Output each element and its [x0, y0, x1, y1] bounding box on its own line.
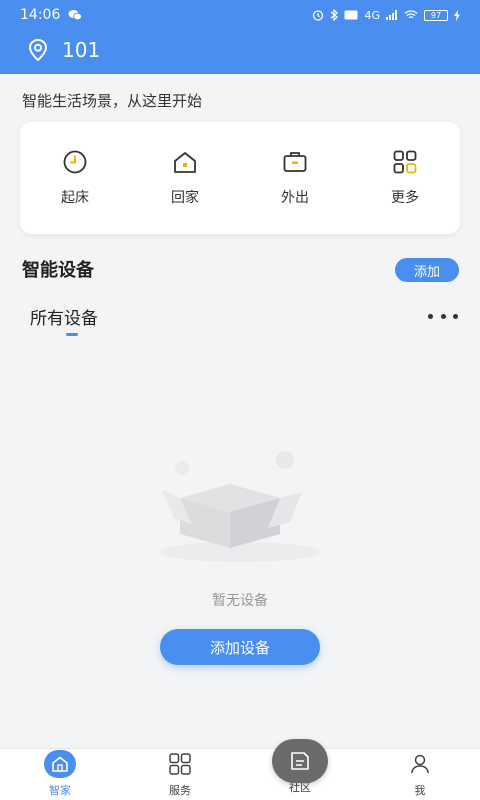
scene-label: 回家	[171, 190, 199, 206]
community-icon	[291, 752, 309, 770]
nav-service[interactable]: 服务	[140, 749, 220, 800]
location-pin-icon	[28, 38, 48, 62]
scene-label: 更多	[391, 190, 419, 206]
hd-icon	[344, 10, 358, 20]
scene-label: 起床	[61, 190, 89, 206]
nav-me[interactable]: 我	[380, 749, 460, 800]
nav-label: 服务	[169, 784, 191, 797]
nav-active-indicator	[44, 750, 76, 778]
section-title-devices: 智能设备	[22, 260, 94, 281]
home-title: 101	[62, 38, 101, 62]
home-selector[interactable]: 101	[26, 38, 100, 62]
status-time: 14:06	[20, 7, 61, 23]
network-type: 4G	[364, 8, 380, 22]
nav-smart-home[interactable]: 智家	[20, 749, 100, 800]
tagline: 智能生活场景，从这里开始	[22, 92, 203, 110]
tab-all-devices[interactable]: 所有设备	[30, 304, 98, 329]
scene-card: 起床 回家 外出 更多	[20, 122, 460, 234]
charging-icon	[454, 9, 460, 21]
tab-indicator	[66, 333, 78, 336]
scene-label: 外出	[281, 190, 309, 206]
community-fab[interactable]	[272, 739, 328, 783]
grid-icon	[169, 753, 191, 775]
battery-indicator: 97	[424, 9, 448, 21]
wifi-icon	[404, 10, 418, 19]
home-icon	[52, 756, 68, 772]
empty-box-illustration	[160, 451, 320, 562]
add-device-button[interactable]: 添加设备	[160, 629, 320, 665]
signal-icon	[386, 10, 397, 20]
scene-go-out[interactable]: 外出	[250, 149, 340, 207]
grid-icon	[393, 150, 417, 174]
nav-label: 我	[414, 784, 426, 797]
wechat-icon	[68, 10, 83, 21]
nav-label: 智家	[49, 784, 71, 797]
person-icon	[411, 754, 429, 774]
clock-icon	[63, 150, 87, 174]
alarm-icon	[313, 10, 324, 21]
status-bar: 14:06 4G 97	[0, 0, 480, 30]
scene-more[interactable]: 更多	[360, 149, 450, 207]
more-options-icon[interactable]	[428, 306, 458, 326]
home-icon	[174, 152, 196, 173]
add-button[interactable]: 添加	[395, 258, 459, 282]
top-bar: 14:06 4G 97 101	[0, 0, 480, 74]
bluetooth-icon	[331, 9, 339, 21]
briefcase-icon	[283, 152, 307, 172]
scene-wake-up[interactable]: 起床	[30, 149, 120, 207]
scene-go-home[interactable]: 回家	[140, 149, 230, 207]
empty-state-text: 暂无设备	[212, 593, 268, 609]
bottom-nav: 智家 服务 社区 我	[0, 748, 480, 800]
